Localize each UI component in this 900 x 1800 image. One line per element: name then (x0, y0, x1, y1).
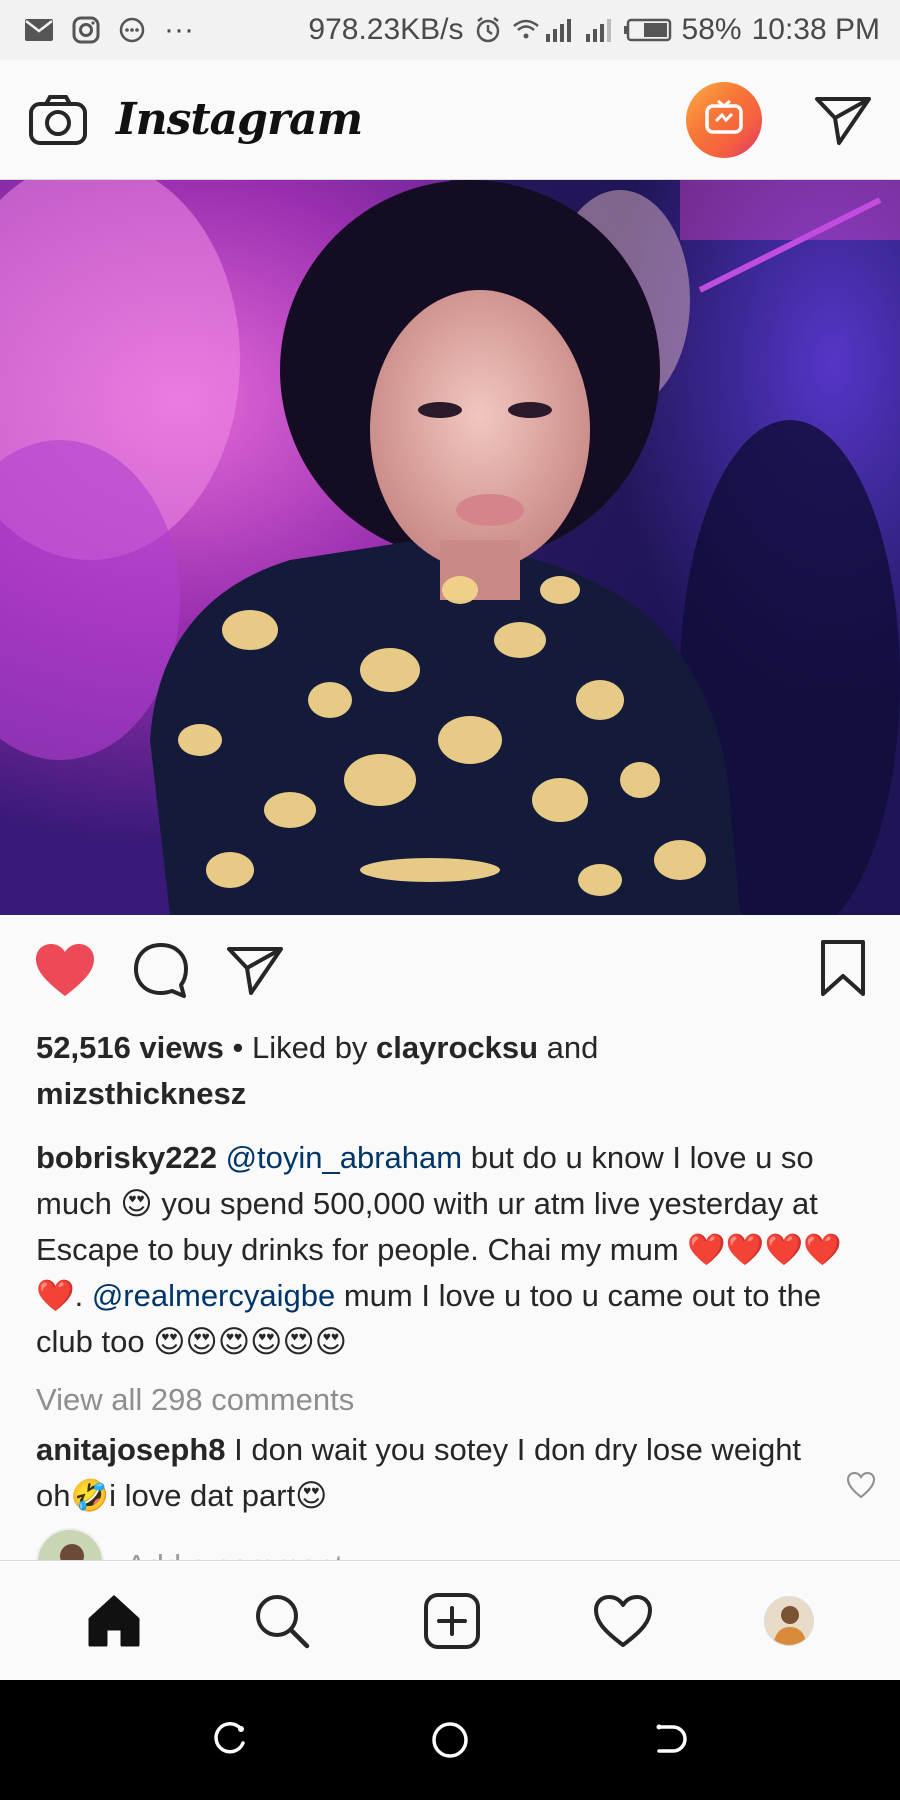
liked-by-and: and (538, 1030, 599, 1065)
nav-new-post[interactable] (423, 1592, 481, 1650)
post-caption: bobrisky222 @toyin_abraham but do u know… (36, 1135, 876, 1365)
comment-body: anitajoseph8 I don wait you sotey I don … (36, 1427, 816, 1519)
igtv-button[interactable] (686, 81, 762, 158)
profile-avatar (764, 1595, 815, 1646)
post-actions (0, 915, 900, 1025)
comment-row: anitajoseph8 I don wait you sotey I don … (36, 1427, 876, 1519)
alarm-icon (474, 16, 502, 44)
view-count[interactable]: 52,516 views (36, 1030, 224, 1065)
nav-activity[interactable] (593, 1594, 653, 1648)
network-speed: 978.23KB/s (308, 13, 464, 46)
chat-bubble-icon (118, 16, 146, 44)
comment-like-button[interactable] (816, 1427, 876, 1519)
add-post-icon (423, 1592, 480, 1649)
app-bar-actions (686, 81, 872, 158)
home-circle-icon[interactable] (430, 1720, 470, 1760)
comment-button[interactable] (132, 941, 190, 999)
heart-filled-icon (36, 944, 94, 996)
heart-outline-icon (846, 1471, 876, 1499)
battery-percent: 58% (681, 13, 742, 46)
comment-username[interactable]: anitajoseph8 (36, 1432, 226, 1467)
cell-signal-icon (584, 16, 614, 44)
top-app-bar: Instagram (0, 60, 900, 180)
bottom-navigation (0, 1560, 900, 1680)
direct-message-icon[interactable] (814, 94, 872, 146)
liked-by-user-2[interactable]: mizsthicknesz (36, 1076, 246, 1111)
comment-icon (134, 943, 188, 998)
status-bar: ··· 978.23KB/s 58% 10:38 PM (0, 0, 900, 60)
direct-share-icon (227, 947, 283, 995)
system-navigation-bar (0, 1680, 900, 1800)
bookmark-icon (821, 939, 865, 996)
add-comment-row[interactable]: Add a comment... (36, 1528, 876, 1560)
mail-icon (24, 18, 54, 42)
post-actions-left (34, 941, 284, 999)
caption-mention-1[interactable]: @toyin_abraham (226, 1140, 463, 1175)
camera-icon[interactable] (28, 94, 88, 146)
nav-home[interactable] (86, 1593, 142, 1649)
avatar (36, 1528, 104, 1560)
nav-search[interactable] (253, 1592, 311, 1650)
like-button[interactable] (34, 942, 96, 998)
post-video-frame (0, 180, 900, 915)
share-button[interactable] (226, 944, 284, 996)
heart-outline-icon (593, 1594, 652, 1647)
clock-time: 10:38 PM (751, 13, 880, 46)
recents-icon[interactable] (211, 1721, 249, 1759)
liked-by-prefix: • Liked by (223, 1030, 377, 1065)
caption-username[interactable]: bobrisky222 (36, 1140, 217, 1175)
view-all-comments-link[interactable]: View all 298 comments (36, 1377, 876, 1423)
instagram-notification-icon (72, 16, 100, 44)
status-right: 978.23KB/s 58% 10:38 PM (308, 13, 880, 47)
wifi-signal-icon (512, 16, 574, 44)
post-video[interactable] (0, 180, 900, 915)
save-button[interactable] (820, 939, 866, 997)
battery-icon (623, 17, 672, 43)
home-icon (88, 1595, 140, 1646)
add-comment-placeholder[interactable]: Add a comment... (126, 1548, 369, 1560)
search-icon (256, 1594, 310, 1648)
back-icon[interactable] (651, 1721, 689, 1759)
likes-line: 52,516 views • Liked by clayrocksu and m… (36, 1025, 876, 1117)
nav-profile[interactable] (764, 1595, 815, 1646)
more-notifications: ··· (164, 13, 194, 46)
post-content: 52,516 views • Liked by clayrocksu and m… (36, 1025, 876, 1519)
instagram-logo: Instagram (116, 94, 363, 145)
post-actions-right (820, 939, 866, 1002)
igtv-icon (704, 99, 744, 140)
liked-by-user[interactable]: clayrocksu (376, 1030, 538, 1065)
caption-mention-2[interactable]: @realmercyaigbe (92, 1278, 335, 1313)
status-left: ··· (24, 13, 194, 47)
